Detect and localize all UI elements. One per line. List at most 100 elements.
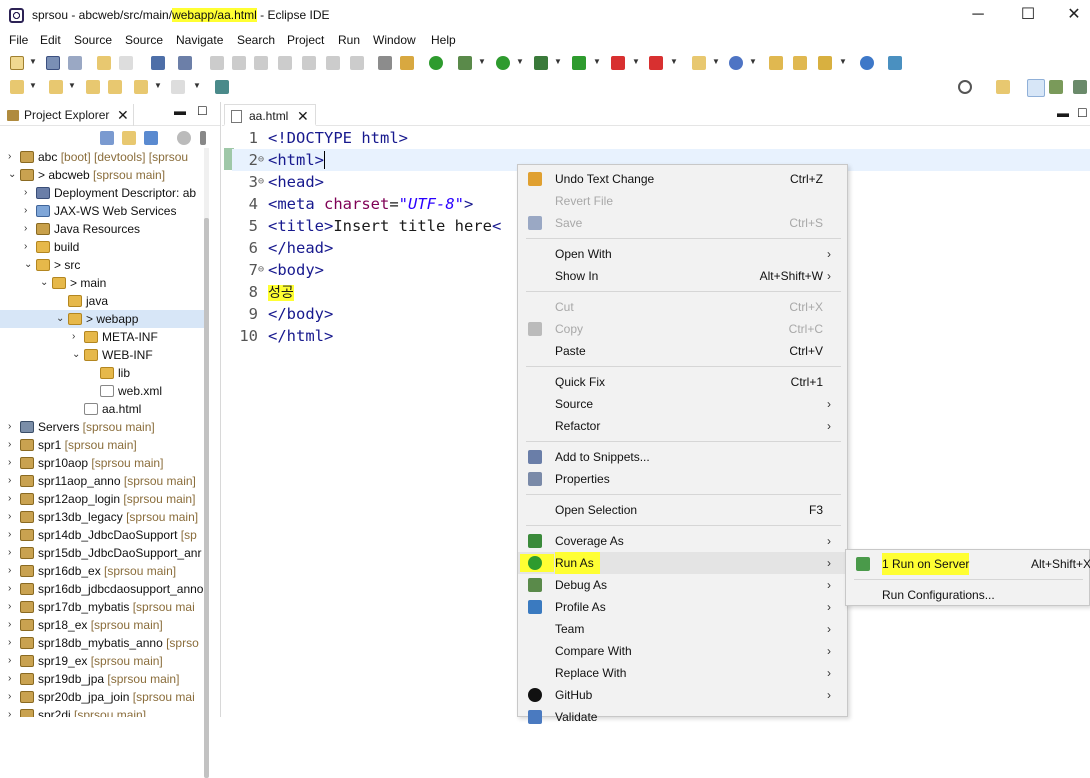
coverage-dropdown-icon[interactable]: ▼ bbox=[554, 57, 562, 66]
tree-item[interactable]: java bbox=[0, 292, 208, 310]
tree-item[interactable]: › spr20db_jpa_join [sprsou mai bbox=[0, 688, 208, 706]
maximize-view-icon[interactable]: ☐ bbox=[197, 104, 208, 118]
browser-icon[interactable] bbox=[860, 56, 874, 70]
collapsed-twisty-icon[interactable]: › bbox=[24, 238, 34, 256]
menu-item-replace-with[interactable]: Replace With › bbox=[518, 662, 847, 684]
collapsed-twisty-icon[interactable]: › bbox=[8, 148, 18, 166]
collapse-all-icon[interactable] bbox=[100, 131, 114, 145]
collapsed-twisty-icon[interactable]: › bbox=[8, 670, 18, 688]
collapsed-twisty-icon[interactable]: › bbox=[8, 472, 18, 490]
menu-item-profile-as[interactable]: Profile As › bbox=[518, 596, 847, 618]
last-edit-icon[interactable] bbox=[86, 80, 100, 94]
close-window-button[interactable]: ✕ bbox=[1064, 5, 1084, 25]
maximize-editor-icon[interactable]: ☐ bbox=[1077, 106, 1088, 120]
menu-item-properties[interactable]: Properties bbox=[518, 468, 847, 490]
menu-project[interactable]: Project bbox=[287, 33, 324, 47]
minimize-view-icon[interactable]: ▬ bbox=[174, 104, 186, 118]
close-icon[interactable]: ✕ bbox=[297, 105, 309, 127]
menu-edit[interactable]: Edit bbox=[40, 33, 61, 47]
menu-item-add-to-snippets[interactable]: Add to Snippets... bbox=[518, 446, 847, 468]
run-icon[interactable] bbox=[496, 56, 510, 70]
new-class-icon[interactable] bbox=[729, 56, 743, 70]
collapsed-twisty-icon[interactable]: › bbox=[8, 706, 18, 717]
forward-dropdown-icon[interactable]: ▼ bbox=[193, 81, 201, 90]
tree-item[interactable]: › build bbox=[0, 238, 208, 256]
new-icon[interactable] bbox=[10, 56, 24, 70]
terminate-icon[interactable] bbox=[254, 56, 268, 70]
new-project-dropdown-icon[interactable]: ▼ bbox=[712, 57, 720, 66]
web-services-icon[interactable] bbox=[888, 56, 902, 70]
tree-item[interactable]: › JAX-WS Web Services bbox=[0, 202, 208, 220]
save-all-icon[interactable] bbox=[68, 56, 82, 70]
tree-item[interactable]: › spr19db_jpa [sprsou main] bbox=[0, 670, 208, 688]
menu-item-undo-text-change[interactable]: Undo Text Change Ctrl+Z bbox=[518, 168, 847, 190]
tree-item[interactable]: › spr13db_legacy [sprsou main] bbox=[0, 508, 208, 526]
collapsed-twisty-icon[interactable]: › bbox=[24, 220, 34, 238]
external-tools-icon[interactable] bbox=[649, 56, 663, 70]
menu-item-save[interactable]: Save Ctrl+S bbox=[518, 212, 847, 234]
next-annotation-icon[interactable] bbox=[10, 80, 24, 94]
maximize-button[interactable]: ☐ bbox=[1018, 5, 1038, 25]
skip-breakpoints-icon[interactable] bbox=[178, 56, 192, 70]
tab-project-explorer[interactable]: Project Explorer ✕ bbox=[2, 104, 134, 126]
menu-item-validate[interactable]: Validate bbox=[518, 706, 847, 728]
disconnect-icon[interactable] bbox=[278, 56, 292, 70]
fold-toggle-icon[interactable]: ⊖ bbox=[258, 259, 264, 281]
tree-item[interactable]: › spr15db_JdbcDaoSupport_anr bbox=[0, 544, 208, 562]
search-dropdown-icon[interactable]: ▼ bbox=[839, 57, 847, 66]
menu-window[interactable]: Window bbox=[373, 33, 416, 47]
project-tree-scrollbar[interactable] bbox=[204, 148, 209, 778]
save-icon[interactable] bbox=[46, 56, 60, 70]
collapsed-twisty-icon[interactable]: › bbox=[8, 634, 18, 652]
tree-item[interactable]: › spr1 [sprsou main] bbox=[0, 436, 208, 454]
tree-item[interactable]: web.xml bbox=[0, 382, 208, 400]
expanded-twisty-icon[interactable]: ⌄ bbox=[72, 346, 82, 364]
new-class-dropdown-icon[interactable]: ▼ bbox=[749, 57, 757, 66]
collapsed-twisty-icon[interactable]: › bbox=[24, 202, 34, 220]
power-icon[interactable] bbox=[429, 56, 443, 70]
collapsed-twisty-icon[interactable]: › bbox=[8, 652, 18, 670]
link-with-editor-icon[interactable] bbox=[122, 131, 136, 145]
collapsed-twisty-icon[interactable]: › bbox=[8, 490, 18, 508]
menu-run[interactable]: Run bbox=[338, 33, 360, 47]
menu-source[interactable]: Source bbox=[74, 33, 112, 47]
step-return-icon[interactable] bbox=[350, 56, 364, 70]
collapsed-twisty-icon[interactable]: › bbox=[8, 526, 18, 544]
fold-toggle-icon[interactable]: ⊖ bbox=[258, 171, 264, 193]
git-perspective-icon[interactable] bbox=[1049, 80, 1063, 94]
tree-item[interactable]: ⌄ > main bbox=[0, 274, 208, 292]
menu-item-run-as[interactable]: Run As › bbox=[518, 552, 847, 574]
tree-item[interactable]: › spr2di [sprsou main] bbox=[0, 706, 208, 717]
collapsed-twisty-icon[interactable]: › bbox=[8, 562, 18, 580]
menu-item-show-in[interactable]: Show In Alt+Shift+W › bbox=[518, 265, 847, 287]
menu-source-2[interactable]: Source bbox=[125, 33, 163, 47]
step-over-icon[interactable] bbox=[326, 56, 340, 70]
collapsed-twisty-icon[interactable]: › bbox=[8, 418, 18, 436]
tree-item[interactable]: › spr11aop_anno [sprsou main] bbox=[0, 472, 208, 490]
open-perspective-icon[interactable] bbox=[996, 80, 1010, 94]
tree-item[interactable]: ⌄ > webapp bbox=[0, 310, 208, 328]
collapsed-twisty-icon[interactable]: › bbox=[72, 328, 82, 346]
tree-item[interactable]: › spr17db_mybatis [sprsou mai bbox=[0, 598, 208, 616]
resume-icon[interactable] bbox=[210, 56, 224, 70]
menu-item-cut[interactable]: Cut Ctrl+X bbox=[518, 296, 847, 318]
debug-dropdown-icon[interactable]: ▼ bbox=[478, 57, 486, 66]
collapsed-twisty-icon[interactable]: › bbox=[8, 436, 18, 454]
collapsed-twisty-icon[interactable]: › bbox=[8, 508, 18, 526]
forward-icon[interactable] bbox=[171, 80, 185, 94]
tab-aa-html[interactable]: aa.html ✕ bbox=[224, 104, 316, 126]
suspend-icon[interactable] bbox=[232, 56, 246, 70]
tree-item[interactable]: › META-INF bbox=[0, 328, 208, 346]
debug-icon[interactable] bbox=[458, 56, 472, 70]
pin-editor-icon[interactable] bbox=[215, 80, 229, 94]
debug-perspective-icon[interactable] bbox=[1073, 80, 1087, 94]
menu-item-open-with[interactable]: Open With › bbox=[518, 243, 847, 265]
view-menu-icon[interactable] bbox=[200, 131, 206, 145]
tree-item[interactable]: aa.html bbox=[0, 400, 208, 418]
tree-item[interactable]: ⌄ > src bbox=[0, 256, 208, 274]
stop-server-icon[interactable] bbox=[611, 56, 625, 70]
tree-item[interactable]: ⌄ > abcweb [sprsou main] bbox=[0, 166, 208, 184]
menu-item-debug-as[interactable]: Debug As › bbox=[518, 574, 847, 596]
run-dropdown-icon[interactable]: ▼ bbox=[516, 57, 524, 66]
use-step-filters-icon[interactable] bbox=[378, 56, 392, 70]
